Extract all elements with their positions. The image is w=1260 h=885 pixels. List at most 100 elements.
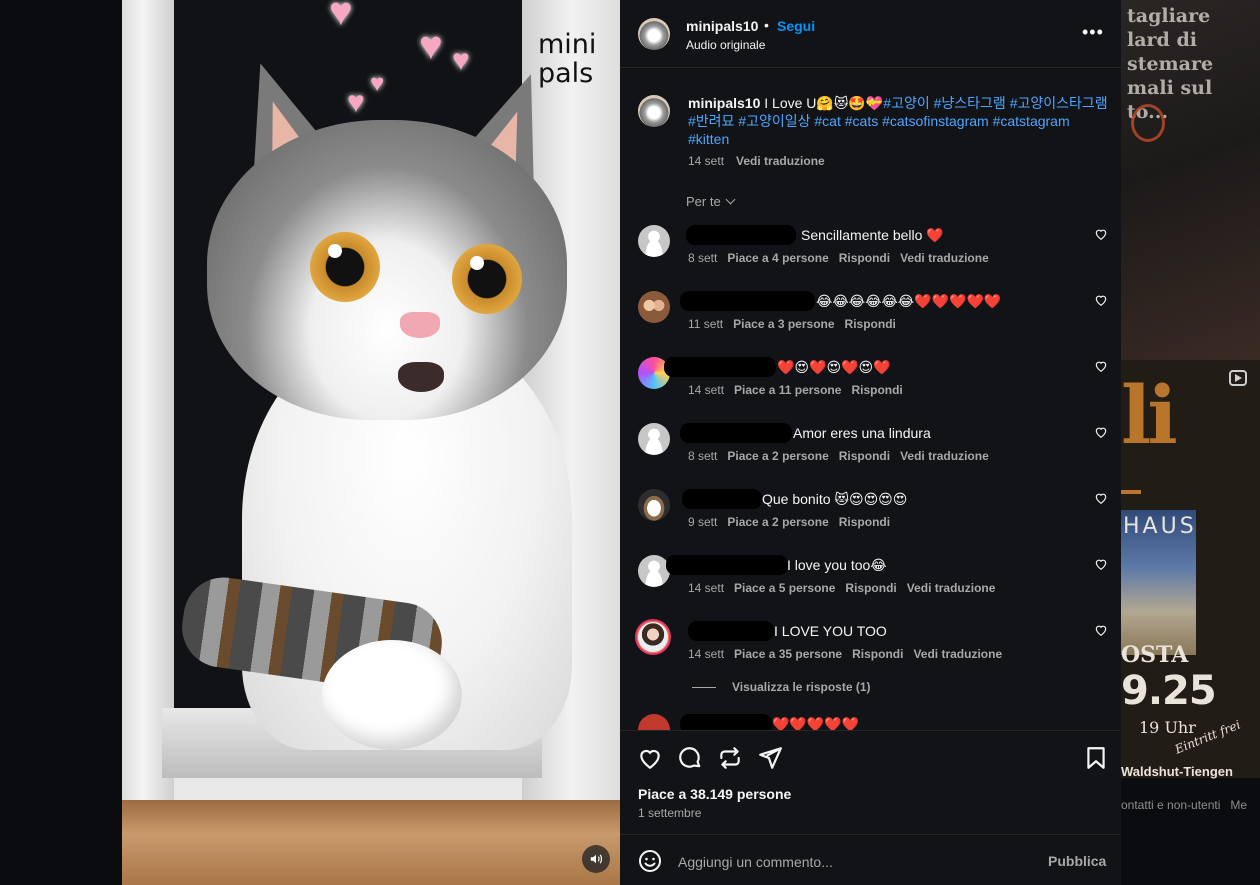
heart-icon[interactable] — [1094, 623, 1108, 637]
caption-username[interactable]: minipals10 — [688, 95, 760, 111]
emoji-icon[interactable] — [638, 849, 662, 873]
comment-time[interactable]: 14 sett — [688, 581, 724, 595]
reply-button[interactable]: Rispondi — [852, 647, 903, 661]
comment-time[interactable]: 11 sett — [688, 317, 723, 331]
avatar[interactable] — [638, 714, 670, 730]
comment-input[interactable] — [678, 852, 1028, 872]
redacted-username — [680, 714, 772, 730]
caption-meta: 14 sett Vedi traduzione — [688, 154, 837, 168]
background-post-top: tagliare lard di stemare mali sul to... — [1121, 0, 1260, 360]
comment-likes[interactable]: Piace a 11 persone — [734, 383, 841, 397]
redacted-username — [688, 621, 774, 641]
redacted-username — [682, 489, 762, 509]
comment-text: I LOVE YOU TOO — [774, 623, 887, 639]
comment-likes[interactable]: Piace a 35 persone — [734, 647, 842, 661]
comment-likes[interactable]: Piace a 2 persone — [727, 515, 828, 529]
mute-button[interactable] — [582, 845, 610, 873]
avatar[interactable] — [638, 291, 670, 323]
avatar[interactable] — [638, 225, 670, 257]
comment-filter-dropdown[interactable]: Per te — [686, 194, 736, 209]
caption-avatar[interactable] — [638, 95, 670, 127]
post-date[interactable]: 1 settembre — [638, 806, 701, 820]
comment-likes[interactable]: Piace a 2 persone — [727, 449, 828, 463]
modal-backdrop-right[interactable]: tagliare lard di stemare mali sul to... … — [1121, 0, 1260, 885]
comment-text: ❤️😍❤️😍❤️😍❤️ — [777, 359, 891, 375]
view-replies-button[interactable]: Visualizza le risposte (1) — [692, 680, 871, 694]
avatar[interactable] — [638, 555, 670, 587]
reply-button[interactable]: Rispondi — [851, 383, 902, 397]
likes-count[interactable]: Piace a 38.149 persone — [638, 786, 791, 802]
redacted-username — [666, 555, 788, 575]
comment-likes[interactable]: Piace a 4 persone — [727, 251, 828, 265]
comment-likes[interactable]: Piace a 3 persone — [733, 317, 834, 331]
more-options-icon[interactable]: ••• — [1082, 22, 1104, 43]
translate-link[interactable]: Vedi traduzione — [907, 581, 996, 595]
comment-text: Sencillamente bello ❤️ — [801, 227, 944, 243]
share-icon[interactable] — [757, 745, 783, 771]
speaker-icon — [590, 854, 602, 864]
comment-meta: 14 sett Piace a 35 persone Rispondi Vedi tr… — [688, 647, 1012, 661]
heart-icon[interactable] — [1094, 491, 1108, 505]
heart-icon[interactable] — [1094, 557, 1108, 571]
comment-item: I LOVE YOU TOO 14 sett Piace a 35 persone… — [620, 619, 1121, 683]
comment-time[interactable]: 14 sett — [688, 647, 724, 661]
comment-composer: Pubblica — [620, 834, 1121, 885]
username-link[interactable]: minipals10 — [686, 18, 758, 34]
background-haus-text: HAUS — [1123, 514, 1197, 539]
caption-text: I Love U🤗😻🤩💝 — [760, 95, 884, 111]
comment-time[interactable]: 9 sett — [688, 515, 717, 529]
background-divider — [1121, 490, 1141, 494]
reply-button[interactable]: Rispondi — [845, 581, 896, 595]
redacted-username — [680, 423, 792, 443]
comment-item: 😂😂😂😂😂😂❤️❤️❤️❤️❤️ 11 sett Piace a 3 person… — [620, 291, 1121, 353]
translate-link[interactable]: Vedi traduzione — [900, 449, 989, 463]
translate-link[interactable]: Vedi traduzione — [913, 647, 1002, 661]
avatar[interactable] — [638, 423, 670, 455]
comment-item: Amor eres una lindura 8 sett Piace a 2 pe… — [620, 423, 1121, 485]
comment-likes[interactable]: Piace a 5 persone — [734, 581, 835, 595]
separator-dot: • — [764, 17, 769, 33]
redacted-username — [680, 291, 815, 311]
repost-icon[interactable] — [717, 745, 743, 771]
caption-time[interactable]: 14 sett — [688, 154, 724, 168]
comment-text: Amor eres una lindura — [793, 425, 931, 441]
translate-link[interactable]: Vedi traduzione — [900, 251, 989, 265]
heart-icon[interactable] — [1094, 227, 1108, 241]
modal-backdrop-left[interactable] — [0, 0, 122, 885]
comment-text: 😂😂😂😂😂😂❤️❤️❤️❤️❤️ — [816, 293, 1002, 309]
audio-link[interactable]: Audio originale — [686, 38, 765, 52]
heart-sticker-icon: ♥ — [452, 44, 470, 77]
post-media[interactable]: ♥ ♥ ♥ ♥ ♥ mini pals — [122, 0, 620, 885]
avatar[interactable] — [638, 18, 670, 50]
background-time-text: 19 Uhr — [1139, 718, 1196, 737]
comment-time[interactable]: 8 sett — [688, 449, 717, 463]
comment-text: ❤️❤️❤️❤️❤️ — [772, 716, 860, 730]
reply-button[interactable]: Rispondi — [839, 515, 890, 529]
cat-eye-right — [452, 244, 522, 314]
comment-time[interactable]: 14 sett — [688, 383, 724, 397]
reply-button[interactable]: Rispondi — [839, 251, 890, 265]
reply-button[interactable]: Rispondi — [839, 449, 890, 463]
publish-button[interactable]: Pubblica — [1048, 853, 1106, 869]
comment-text: Que bonito 😻😍😍😍😍 — [762, 491, 908, 507]
post-actions: Piace a 38.149 persone 1 settembre — [620, 730, 1121, 834]
avatar[interactable] — [638, 489, 670, 521]
background-big-text: li — [1121, 368, 1178, 462]
background-date-text: 9.25 — [1121, 668, 1217, 714]
comment-meta: 14 sett Piace a 5 persone Rispondi Vedi tra… — [688, 581, 1005, 595]
avatar[interactable] — [635, 619, 671, 655]
comment-icon[interactable] — [677, 745, 703, 771]
heart-icon[interactable] — [637, 745, 663, 771]
heart-icon[interactable] — [1094, 293, 1108, 307]
app-stage: tagliare lard di stemare mali sul to... … — [0, 0, 1260, 885]
follow-button[interactable]: Segui — [777, 18, 815, 34]
comment-time[interactable]: 8 sett — [688, 251, 717, 265]
heart-icon[interactable] — [1094, 359, 1108, 373]
heart-icon[interactable] — [1094, 425, 1108, 439]
comment-meta: 9 sett Piace a 2 persone Rispondi — [688, 515, 900, 529]
translate-link[interactable]: Vedi traduzione — [736, 154, 825, 168]
background-footer-text: ontatti e non-utenti Me — [1121, 798, 1248, 812]
bookmark-icon[interactable] — [1083, 745, 1109, 771]
reply-button[interactable]: Rispondi — [845, 317, 896, 331]
redacted-username — [664, 357, 776, 377]
